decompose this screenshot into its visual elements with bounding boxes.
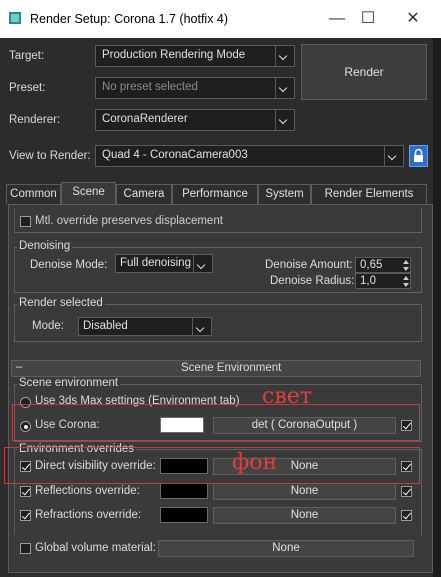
- render-selected-mode-value: Disabled: [83, 320, 128, 332]
- annotation-fon: фон: [232, 450, 278, 475]
- refractions-label: Refractions override:: [35, 509, 142, 521]
- refractions-checkbox[interactable]: [20, 510, 31, 521]
- tab-system[interactable]: System: [258, 184, 311, 204]
- reflections-map-checkbox[interactable]: [401, 486, 412, 497]
- chevron-down-icon: [275, 110, 294, 130]
- scene-environment-rollout[interactable]: – Scene Environment: [11, 360, 421, 377]
- denoise-amount-value: 0,65: [360, 259, 383, 271]
- lock-icon: [414, 148, 423, 162]
- tab-camera[interactable]: Camera: [116, 184, 172, 204]
- spinner-down-icon[interactable]: [403, 267, 409, 271]
- target-dropdown[interactable]: Production Rendering Mode: [95, 45, 295, 67]
- renderer-value: CoronaRenderer: [102, 113, 188, 125]
- chevron-down-icon: [275, 78, 294, 98]
- target-value: Production Rendering Mode: [102, 49, 246, 61]
- target-label: Target:: [9, 50, 45, 62]
- chevron-down-icon: [192, 318, 211, 335]
- denoise-mode-label: Denoise Mode:: [30, 259, 108, 271]
- denoise-radius-spinner[interactable]: 1,0: [355, 273, 411, 289]
- render-selected-mode-label: Mode:: [32, 320, 64, 332]
- global-volume-checkbox[interactable]: [20, 543, 31, 554]
- global-volume-label: Global volume material:: [35, 542, 156, 554]
- annotation-box-light: [12, 404, 420, 441]
- minimize-button[interactable]: —: [322, 4, 352, 34]
- reflections-checkbox[interactable]: [20, 486, 31, 497]
- render-selected-title: Render selected: [17, 297, 105, 309]
- collapse-icon[interactable]: –: [16, 361, 22, 373]
- renderer-dropdown[interactable]: CoronaRenderer: [95, 109, 295, 131]
- tab-render-elements[interactable]: Render Elements: [311, 184, 427, 204]
- preset-value: No preset selected: [102, 81, 198, 93]
- annotation-svet: свет: [262, 384, 312, 409]
- chevron-down-icon: [384, 146, 403, 166]
- denoise-radius-label: Denoise Radius:: [270, 275, 355, 287]
- denoise-radius-value: 1,0: [360, 275, 376, 287]
- app-icon: [8, 11, 22, 25]
- render-selected-group: [14, 304, 422, 342]
- reflections-map-button[interactable]: None: [213, 483, 396, 500]
- mtl-override-label: Mtl. override preserves displacement: [35, 215, 223, 227]
- maximize-button[interactable]: ☐: [353, 4, 383, 34]
- render-button[interactable]: Render: [301, 44, 427, 100]
- denoise-mode-dropdown[interactable]: Full denoising: [115, 254, 213, 273]
- scene-environment-title: Scene Environment: [181, 362, 282, 374]
- mtl-override-checkbox[interactable]: [20, 216, 31, 227]
- window-title: Render Setup: Corona 1.7 (hotfix 4): [30, 12, 229, 26]
- reflections-label: Reflections override:: [35, 485, 140, 497]
- tab-common[interactable]: Common: [6, 184, 61, 204]
- preset-dropdown[interactable]: No preset selected: [95, 77, 295, 99]
- spinner-down-icon[interactable]: [403, 283, 409, 287]
- refractions-map-button[interactable]: None: [213, 507, 396, 524]
- render-selected-mode-dropdown[interactable]: Disabled: [78, 317, 212, 336]
- denoising-title: Denoising: [17, 240, 73, 252]
- annotation-box-background: [4, 447, 420, 484]
- reflections-color-swatch[interactable]: [160, 483, 208, 499]
- tab-scene[interactable]: Scene: [61, 182, 116, 205]
- view-to-render-label: View to Render:: [9, 150, 91, 162]
- window-edge: [433, 38, 441, 577]
- tab-performance[interactable]: Performance: [172, 184, 258, 204]
- denoise-amount-spinner[interactable]: 0,65: [355, 257, 411, 273]
- chevron-down-icon: [193, 255, 212, 272]
- renderer-label: Renderer:: [9, 114, 61, 126]
- view-to-render-dropdown[interactable]: Quad 4 - CoronaCamera003: [95, 145, 404, 167]
- close-button[interactable]: ✕: [398, 4, 428, 34]
- preset-label: Preset:: [9, 82, 46, 94]
- denoise-mode-value: Full denoising: [120, 257, 191, 269]
- refractions-color-swatch[interactable]: [160, 507, 208, 523]
- global-volume-map-button[interactable]: None: [158, 540, 414, 557]
- scene-environment-group-title: Scene environment: [17, 377, 121, 389]
- spinner-up-icon[interactable]: [403, 260, 409, 264]
- refractions-map-checkbox[interactable]: [401, 510, 412, 521]
- lock-view-button[interactable]: [409, 145, 428, 167]
- view-to-render-value: Quad 4 - CoronaCamera003: [102, 149, 248, 161]
- title-bar: Render Setup: Corona 1.7 (hotfix 4) — ☐ …: [0, 0, 441, 38]
- chevron-down-icon: [275, 46, 294, 66]
- denoise-amount-label: Denoise Amount:: [265, 259, 353, 271]
- spinner-up-icon[interactable]: [403, 276, 409, 280]
